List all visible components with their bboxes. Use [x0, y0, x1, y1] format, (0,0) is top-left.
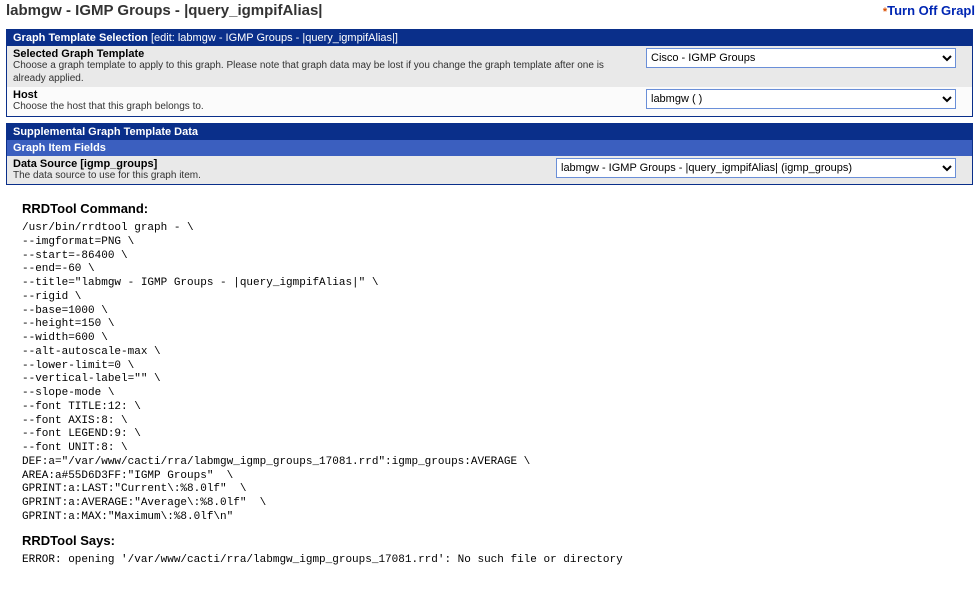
panel-header-supplemental: Supplemental Graph Template Data: [7, 124, 972, 140]
host-select[interactable]: labmgw ( ): [646, 89, 956, 109]
selected-template-desc: Choose a graph template to apply to this…: [13, 60, 636, 85]
supplemental-panel: Supplemental Graph Template Data Graph I…: [6, 123, 973, 186]
data-source-select[interactable]: labmgw - IGMP Groups - |query_igmpifAlia…: [556, 158, 956, 178]
host-row: Host Choose the host that this graph bel…: [7, 87, 972, 116]
data-source-desc: The data source to use for this graph it…: [13, 170, 546, 183]
subheader-graph-item-fields: Graph Item Fields: [7, 140, 972, 156]
rrdtool-command-text: /usr/bin/rrdtool graph - \ --imgformat=P…: [22, 222, 969, 525]
data-source-label: Data Source [igmp_groups]: [13, 158, 546, 170]
rrdtool-command-title: RRDTool Command:: [22, 201, 969, 216]
graph-template-select[interactable]: Cisco - IGMP Groups: [646, 48, 956, 68]
graph-template-selection-panel: Graph Template Selection [edit: labmgw -…: [6, 29, 973, 117]
host-label: Host: [13, 89, 636, 101]
selected-template-row: Selected Graph Template Choose a graph t…: [7, 46, 972, 87]
panel-header-edit-label: [edit: labmgw - IGMP Groups - |query_igm…: [151, 32, 398, 44]
page-title: labmgw - IGMP Groups - |query_igmpifAlia…: [6, 2, 323, 19]
rrdtool-says-title: RRDTool Says:: [22, 533, 969, 548]
host-desc: Choose the host that this graph belongs …: [13, 101, 636, 114]
turn-off-graph-link[interactable]: *Turn Off Grapl: [883, 3, 975, 18]
rrdtool-says-text: ERROR: opening '/var/www/cacti/rra/labmg…: [22, 554, 969, 568]
data-source-row: Data Source [igmp_groups] The data sourc…: [7, 156, 972, 185]
panel-header-selection: Graph Template Selection [edit: labmgw -…: [7, 30, 972, 46]
selected-template-label: Selected Graph Template: [13, 48, 636, 60]
